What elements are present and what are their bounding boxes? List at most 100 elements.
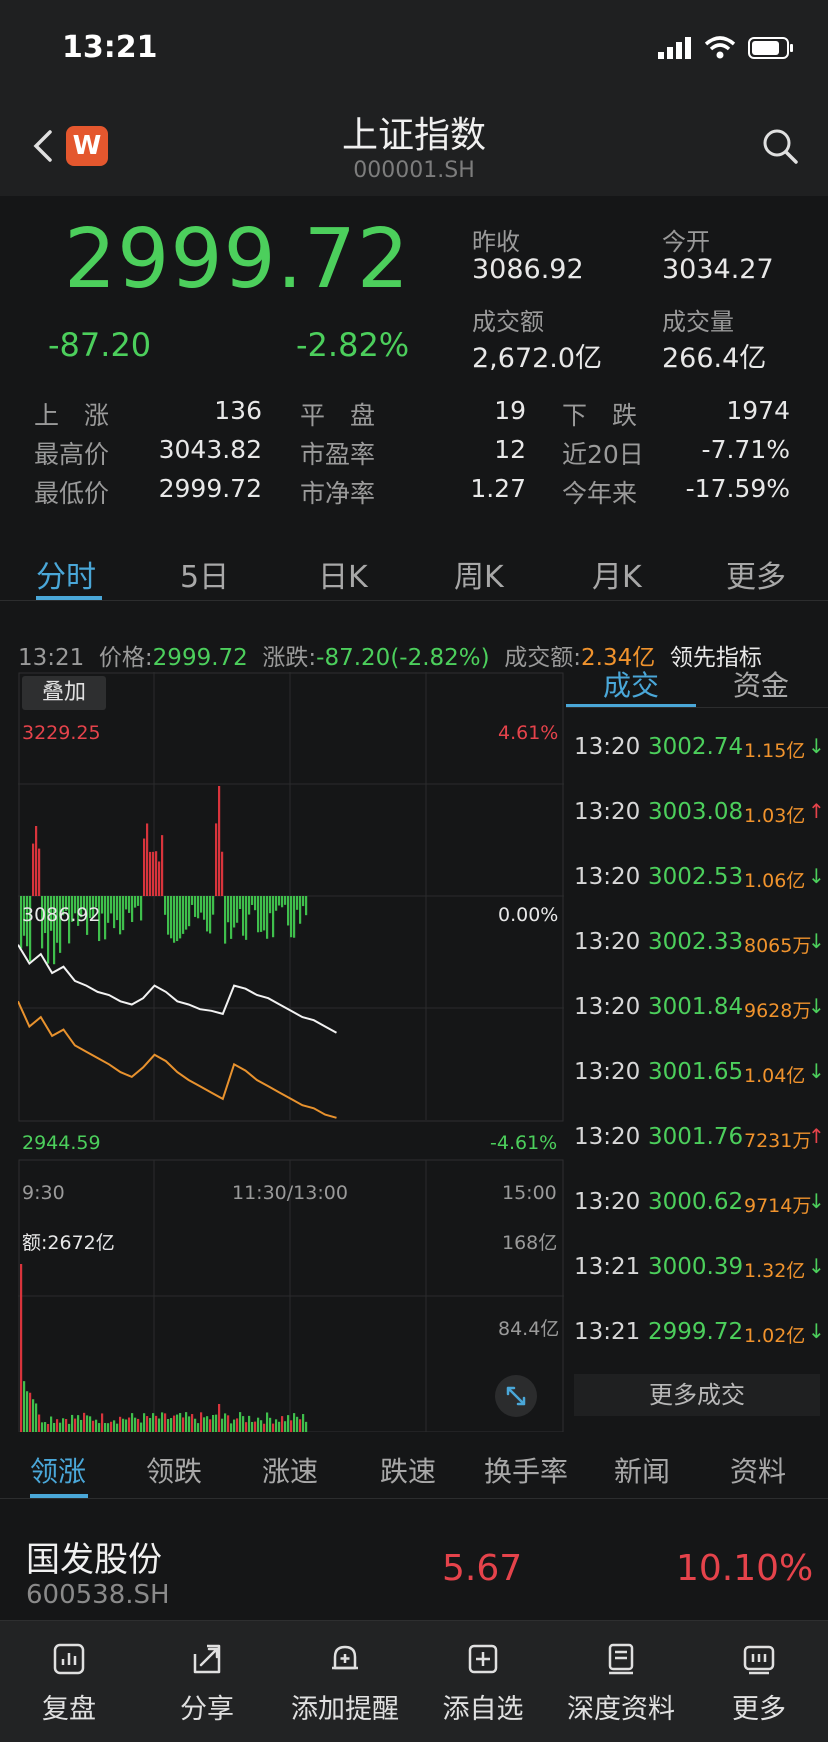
volume-bar [20,1264,23,1432]
breadth-bar [140,896,143,921]
deep-data-button[interactable]: 深度资料 [552,1621,690,1742]
breadth-bar [272,896,275,938]
volume-bar [80,1419,83,1432]
volume-bar [173,1415,176,1432]
add-alert-button[interactable]: 添加提醒 [276,1621,414,1742]
breadth-bar [104,896,107,940]
breadth-bar [38,848,41,896]
volume-bar [113,1420,116,1432]
trades-divider [566,707,828,708]
trade-price: 3003.08 [648,799,744,825]
breadth-bar [167,896,170,935]
deep-data-label: 深度资料 [567,1694,675,1725]
tab-more[interactable]: 更多 [726,552,786,596]
index-change-pct: -2.82% [296,326,410,364]
volume-bar [167,1419,170,1432]
search-icon[interactable] [760,126,800,166]
share-icon [193,1644,221,1674]
volume-bar [176,1414,179,1432]
trade-time: 13:20 [574,734,641,760]
status-icons [658,36,794,60]
volume-bar [284,1421,287,1432]
trade-volume: 9628万 [744,1000,812,1022]
breadth-bar [302,896,305,907]
breadth-bar [251,896,254,905]
volume-bar [26,1391,29,1432]
breadth-bar [278,896,281,906]
status-time: 13:21 [62,30,158,65]
index-price: 2999.72 [64,212,411,307]
trade-row: 13:20 3001.65 1.04亿 ↓ [574,1059,825,1099]
volume-bar [62,1418,65,1432]
breadth-bar [266,896,269,939]
tab-news[interactable]: 新闻 [614,1450,670,1490]
intraday-chart[interactable] [18,672,564,1432]
more-trades-button[interactable]: 更多成交 [574,1374,820,1416]
breadth-bar [227,896,230,923]
stat-label-high: 最高价 [34,440,110,469]
breadth-bar [221,851,224,896]
tab-top-gainers[interactable]: 领涨 [30,1450,86,1490]
breadth-bar [155,851,158,896]
breadth-bar [281,896,284,908]
arrow-down-icon: ↓ [808,734,825,758]
tab-weekly-k[interactable]: 周K [454,552,504,596]
volume-bar [149,1418,152,1432]
breadth-bar [176,896,179,942]
trade-volume: 9714万 [744,1195,812,1217]
breadth-bar [113,896,116,929]
volume-bar [137,1418,140,1432]
overlay-button[interactable]: 叠加 [22,676,106,710]
volume-bar [194,1418,197,1432]
breadth-bar [242,896,245,936]
arrow-down-icon: ↓ [808,1189,825,1213]
breadth-bar [152,851,155,896]
expand-icon[interactable] [494,1374,538,1418]
tab-turnover[interactable]: 换手率 [484,1450,568,1490]
breadth-bar [173,896,176,943]
volume-bar [257,1417,260,1432]
tab-daily-k[interactable]: 日K [318,552,368,596]
breadth-bar [287,896,290,926]
trade-price: 3001.76 [648,1124,744,1150]
trade-price: 3002.74 [648,734,744,760]
pct-bot-label: -4.61% [490,1132,558,1154]
volume-bar [272,1423,275,1432]
volume-bar [38,1414,41,1432]
breadth-bar [35,826,38,896]
tab-fast-fall[interactable]: 跌速 [380,1450,436,1490]
info-time: 13:21 [18,645,85,671]
volume-bar [95,1419,98,1432]
volume-bar [128,1417,131,1432]
trade-price: 3002.53 [648,864,744,890]
breadth-bar [143,838,146,896]
volume-bar [74,1418,77,1432]
volume-bar [260,1420,263,1432]
tab-top-losers[interactable]: 领跌 [146,1450,202,1490]
volume-bar [131,1413,134,1432]
volume-bar [68,1423,71,1432]
add-watchlist-button[interactable]: 添自选 [414,1621,552,1742]
tab-fast-rise[interactable]: 涨速 [262,1450,318,1490]
volume-bar [152,1413,155,1432]
tab-profile[interactable]: 资料 [730,1450,786,1490]
stat-value-down: 1974 [726,396,790,425]
volume-bar [83,1412,86,1432]
stat-value-ytd: -17.59% [685,474,790,503]
tab-monthly-k[interactable]: 月K [592,552,642,596]
stat-label-up: 上 涨 [34,401,110,430]
stat-label-pe: 市盈率 [300,440,376,469]
share-button[interactable]: 分享 [138,1621,276,1742]
tab-5day[interactable]: 5日 [180,552,229,596]
breadth-bar [269,896,272,914]
tab-funds[interactable]: 资金 [696,664,826,704]
trade-price: 3000.39 [648,1254,744,1280]
breadth-bar [110,896,113,914]
breadth-bar [122,896,125,931]
review-button[interactable]: 复盘 [0,1621,138,1742]
tab-trades[interactable]: 成交 [566,664,696,704]
tab-intraday[interactable]: 分时 [36,552,96,596]
volume-bar [230,1423,233,1432]
more-button[interactable]: 更多 [690,1621,828,1742]
volume-bar [203,1417,206,1432]
